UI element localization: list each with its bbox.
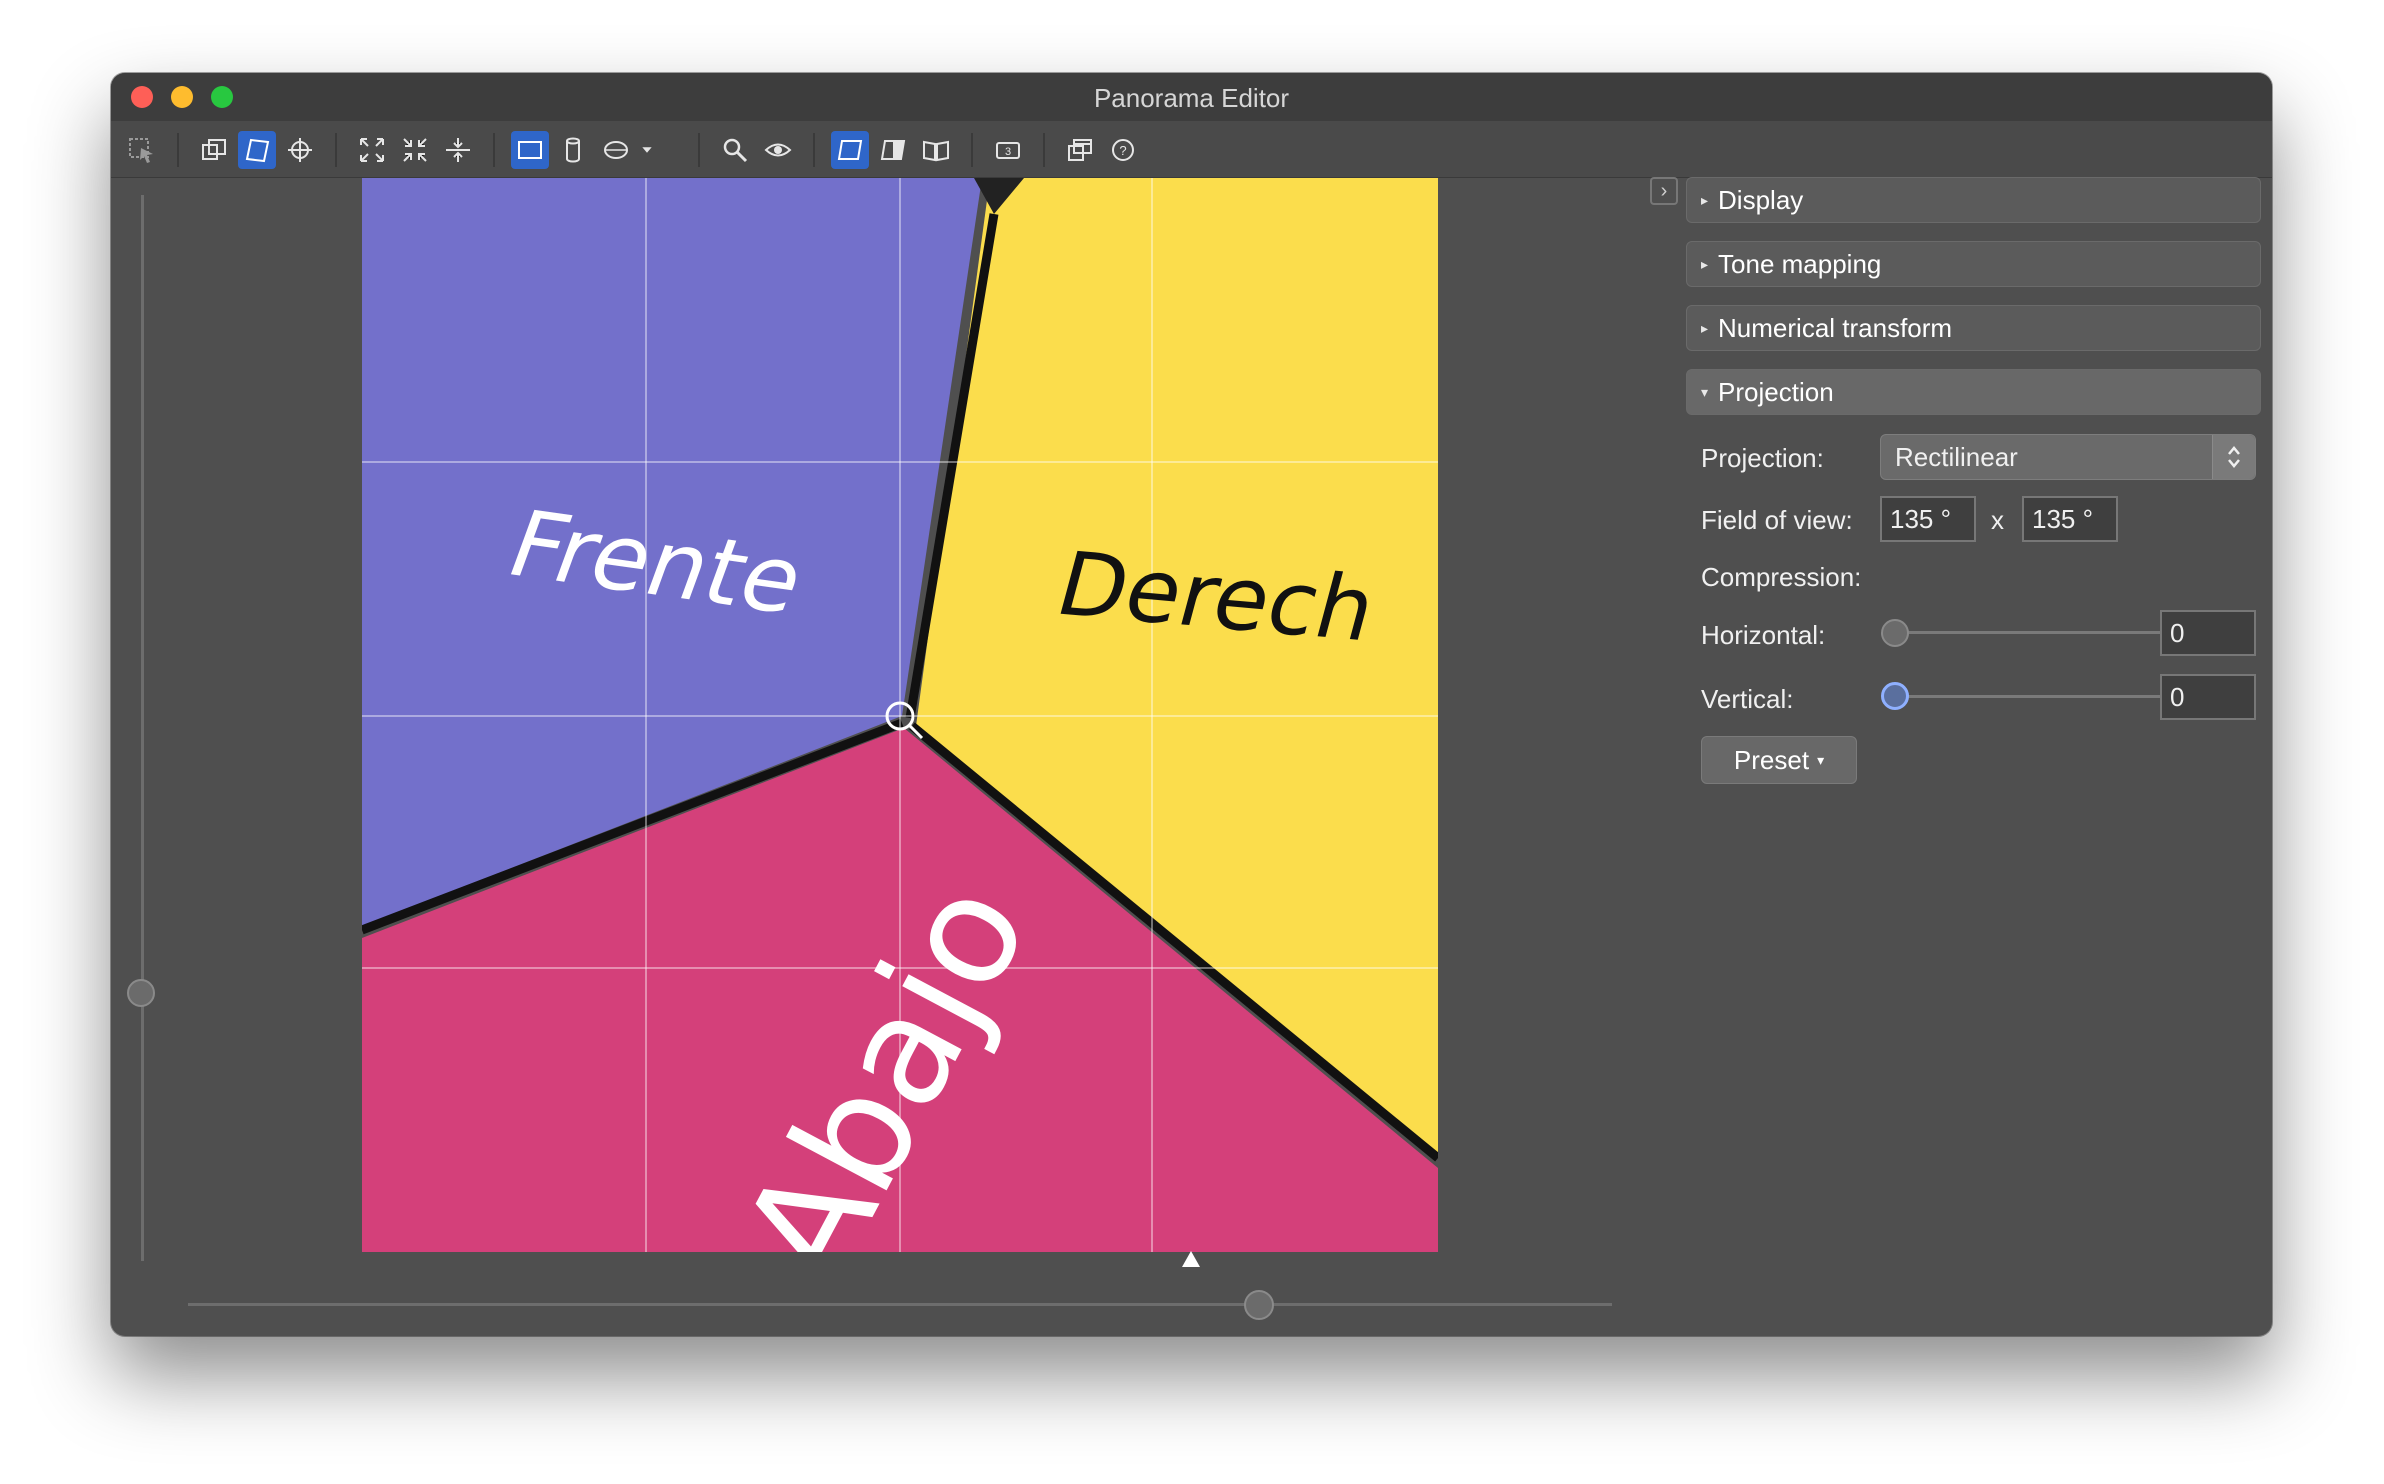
section-display[interactable]: ▸ Display xyxy=(1686,177,2261,223)
fov-separator: x xyxy=(1991,505,2004,535)
section-tone-mapping[interactable]: ▸ Tone mapping xyxy=(1686,241,2261,287)
horizontal-compression-field[interactable]: 0 xyxy=(2160,610,2256,656)
vertical-rotation-track[interactable] xyxy=(141,195,144,1261)
chevron-down-icon: ▾ xyxy=(1817,751,1825,768)
svg-text:?: ? xyxy=(1119,143,1126,158)
vertical-label: Vertical: xyxy=(1701,684,1794,714)
view-flat-icon[interactable] xyxy=(831,131,869,169)
fov-horizontal-field[interactable]: 135 ° xyxy=(1880,496,1976,542)
straighten-icon[interactable] xyxy=(439,131,477,169)
layout-icon[interactable] xyxy=(238,131,276,169)
section-label: Numerical transform xyxy=(1718,312,1953,343)
help-icon[interactable]: ? xyxy=(1104,131,1142,169)
section-label: Projection xyxy=(1718,376,1834,407)
svg-text:3: 3 xyxy=(1005,146,1011,158)
disclosure-right-icon: ▸ xyxy=(1701,191,1709,208)
disclosure-right-icon: ▸ xyxy=(1701,255,1709,272)
center-icon[interactable] xyxy=(396,131,434,169)
view-contrast-icon[interactable] xyxy=(874,131,912,169)
dropdown-icon[interactable] xyxy=(633,131,661,169)
window-title: Panorama Editor xyxy=(1093,83,1290,113)
vertical-rotation-slider[interactable] xyxy=(127,979,155,1007)
panel-toggle-button[interactable]: › xyxy=(1650,177,1678,205)
preset-label: Preset xyxy=(1733,744,1810,775)
view-book-icon[interactable] xyxy=(917,131,955,169)
zoom-icon[interactable] xyxy=(716,131,754,169)
disclosure-right-icon: ▸ xyxy=(1701,319,1709,336)
preset-button[interactable]: Preset ▾ xyxy=(1701,736,1857,784)
vertical-compression-slider[interactable] xyxy=(1881,682,1909,710)
horizontal-compression-slider[interactable] xyxy=(1881,619,1909,647)
vertical-compression-field[interactable]: 0 xyxy=(2160,674,2256,720)
panorama-editor-window: Panorama Editor 3 ? Frente Derech Abajo … xyxy=(111,73,2272,1336)
panorama-preview[interactable]: Frente Derech Abajo xyxy=(362,178,1438,1252)
horizontal-label: Horizontal: xyxy=(1701,620,1826,650)
select-icon[interactable] xyxy=(123,131,161,169)
badge-3-icon[interactable]: 3 xyxy=(989,131,1027,169)
section-numerical-transform[interactable]: ▸ Numerical transform xyxy=(1686,305,2261,351)
rectilinear-icon[interactable] xyxy=(511,131,549,169)
side-panel: ▸ Display ▸ Tone mapping ▸ Numerical tra… xyxy=(1686,177,2261,433)
fit-icon[interactable] xyxy=(353,131,391,169)
toolbar: 3 ? xyxy=(111,121,2272,178)
projection-label: Projection: xyxy=(1701,443,1824,473)
projection-value: Rectilinear xyxy=(1895,441,2018,472)
preview-icon[interactable] xyxy=(195,131,233,169)
window-icon[interactable] xyxy=(1061,131,1099,169)
horizontal-rotation-track[interactable] xyxy=(188,1303,1612,1306)
disclosure-down-icon: ▾ xyxy=(1701,383,1709,400)
title-bar: Panorama Editor xyxy=(111,73,2272,122)
fov-label: Field of view: xyxy=(1701,505,1853,535)
equirect-icon[interactable] xyxy=(597,131,635,169)
compression-label: Compression: xyxy=(1701,562,1862,592)
fov-vertical-field[interactable]: 135 ° xyxy=(2022,496,2118,542)
horizontal-rotation-slider[interactable] xyxy=(1244,1290,1274,1320)
crosshair-icon[interactable] xyxy=(281,131,319,169)
section-label: Display xyxy=(1718,184,1804,215)
select-stepper-icon xyxy=(2212,435,2255,479)
section-label: Tone mapping xyxy=(1718,248,1882,279)
eye-icon[interactable] xyxy=(759,131,797,169)
projection-select[interactable]: Rectilinear xyxy=(1880,434,2256,480)
position-marker xyxy=(1182,1251,1200,1267)
cylindrical-icon[interactable] xyxy=(554,131,592,169)
section-projection[interactable]: ▾ Projection xyxy=(1686,369,2261,415)
